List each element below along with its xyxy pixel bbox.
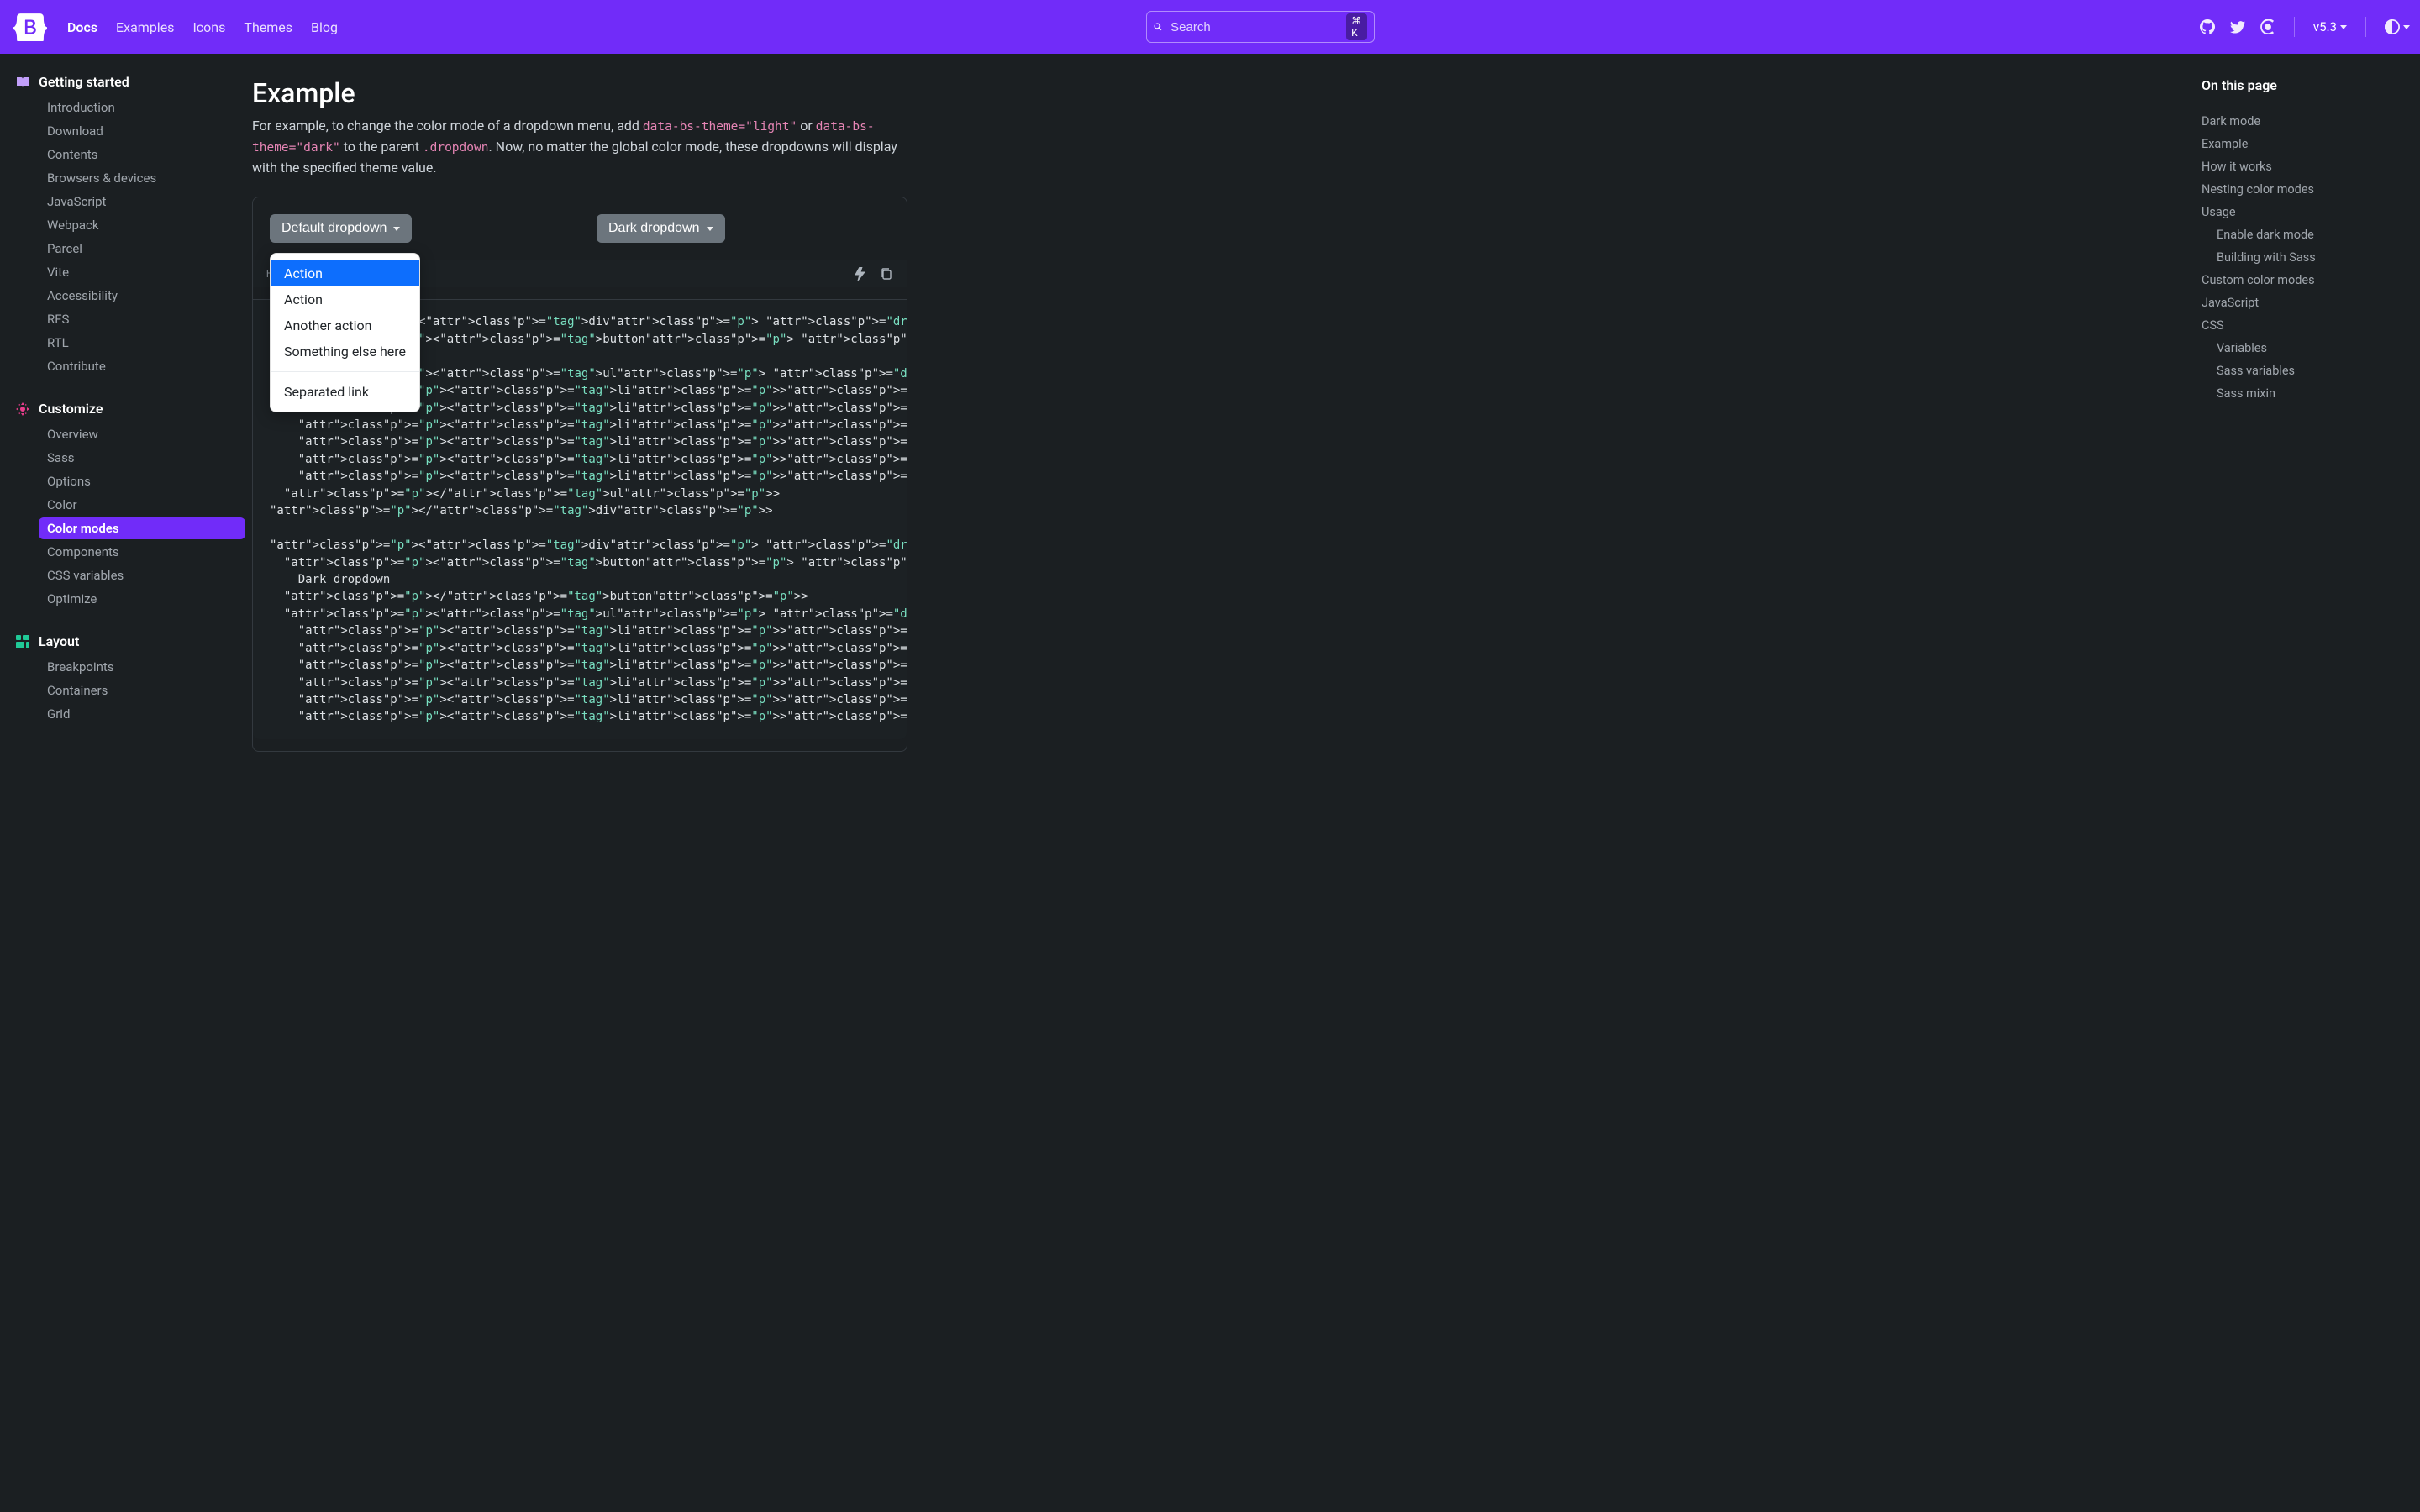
example-live: Default dropdown ActionActionAnother act… [253,197,907,260]
sidebar-item-color-modes[interactable]: Color modes [39,517,245,539]
sidebar-item-containers[interactable]: Containers [39,680,245,701]
toc-link[interactable]: Variables [2202,339,2403,357]
caret-down-icon [393,227,400,231]
sidebar-section-layout[interactable]: Layout [15,633,245,649]
version-dropdown[interactable]: v5.3 [2313,19,2347,34]
section-paragraph: For example, to change the color mode of… [252,116,908,178]
sidebar-item-breakpoints[interactable]: Breakpoints [39,656,245,678]
sidebar-item-webpack[interactable]: Webpack [39,214,245,236]
dark-dropdown-button[interactable]: Dark dropdown [597,214,725,243]
half-circle-icon [2385,19,2400,34]
dropdown-item[interactable]: Separated link [271,379,419,405]
toc-link[interactable]: Nesting color modes [2202,181,2403,198]
code-inline: data-bs-theme="light" [643,120,797,134]
dropdown-item[interactable]: Something else here [271,339,419,365]
dropdown-divider [271,371,419,372]
sidebar-item-css-variables[interactable]: CSS variables [39,564,245,586]
sidebar-item-color[interactable]: Color [39,494,245,516]
nav-link-blog[interactable]: Blog [311,19,338,35]
caret-down-icon [707,227,713,231]
sidebar-item-rtl[interactable]: RTL [39,332,245,354]
search-bar[interactable]: ⌘ K [1146,11,1375,43]
opencollective-icon[interactable] [2260,19,2275,34]
section-heading: Example [252,77,908,109]
stackblitz-icon[interactable] [855,267,868,281]
section-icon [15,75,30,90]
dropdown-item[interactable]: Action [271,286,419,312]
sidebar-item-sass[interactable]: Sass [39,447,245,469]
example-box: Default dropdown ActionActionAnother act… [252,197,908,752]
sidebar-item-grid[interactable]: Grid [39,703,245,725]
dropdown-menu: ActionActionAnother actionSomething else… [270,253,420,412]
sidebar-item-options[interactable]: Options [39,470,245,492]
sidebar-item-download[interactable]: Download [39,120,245,142]
sidebar-item-vite[interactable]: Vite [39,261,245,283]
sidebar-item-contribute[interactable]: Contribute [39,355,245,377]
nav-right: v5.3 [2200,17,2410,37]
toc-items: Dark mode Example How it works Nesting colo… [2202,113,2403,402]
main-content: Example For example, to change the color… [252,54,941,1512]
search-icon [1154,19,1162,34]
sidebar-item-components[interactable]: Components [39,541,245,563]
nav-link-themes[interactable]: Themes [244,19,292,35]
toc-link[interactable]: How it works [2202,158,2403,176]
sidebar-item-rfs[interactable]: RFS [39,308,245,330]
toc-link[interactable]: JavaScript [2202,294,2403,312]
sidebar-item-accessibility[interactable]: Accessibility [39,285,245,307]
sidebar-section-getting-started[interactable]: Getting started [15,74,245,90]
github-icon[interactable] [2200,19,2215,34]
on-this-page: On this page Dark mode Example How it work… [2185,54,2420,1512]
dropdown-light: Default dropdown ActionActionAnother act… [270,214,563,243]
theme-toggle[interactable] [2385,19,2410,34]
caret-down-icon [2403,25,2410,29]
toc-link[interactable]: Custom color modes [2202,271,2403,289]
navbar: Docs Examples Icons Themes Blog ⌘ K v5.3 [0,0,2420,54]
nav-divider [2365,17,2366,37]
toc-link[interactable]: Example [2202,135,2403,153]
nav-link-docs[interactable]: Docs [67,19,97,35]
twitter-icon[interactable] [2230,19,2245,34]
section-icon [15,402,30,417]
toc-link[interactable]: Dark mode [2202,113,2403,130]
dropdown-item[interactable]: Action [271,260,419,286]
toc-link[interactable]: Enable dark mode [2202,226,2403,244]
dropdown-dark: Dark dropdown [597,214,890,243]
nav-link-examples[interactable]: Examples [116,19,174,35]
sidebar-item-javascript[interactable]: JavaScript [39,191,245,213]
code-inline: .dropdown [423,141,489,155]
sidebar-item-contents[interactable]: Contents [39,144,245,165]
copy-icon[interactable] [880,267,893,281]
dropdown-item[interactable]: Another action [271,312,419,339]
sidebar-section-customize[interactable]: Customize [15,401,245,417]
sidebar-item-optimize[interactable]: Optimize [39,588,245,610]
toc-link[interactable]: Building with Sass [2202,249,2403,266]
sidebar-item-introduction[interactable]: Introduction [39,97,245,118]
sidebar-item-parcel[interactable]: Parcel [39,238,245,260]
bootstrap-logo[interactable] [13,10,47,44]
toc-link[interactable]: Sass mixin [2202,385,2403,402]
sidebar-item-overview[interactable]: Overview [39,423,245,445]
section-icon [15,634,30,649]
nav-link-icons[interactable]: Icons [192,19,225,35]
sidebar-item-browsers-devices[interactable]: Browsers & devices [39,167,245,189]
nav-divider [2294,17,2295,37]
toc-title: On this page [2202,77,2403,93]
default-dropdown-button[interactable]: Default dropdown [270,214,412,243]
toc-link[interactable]: Usage [2202,203,2403,221]
nav-links: Docs Examples Icons Themes Blog [67,19,338,35]
search-input[interactable] [1169,19,1339,35]
caret-down-icon [2340,25,2347,29]
sidebar: Getting started IntroductionDownloadConte… [0,54,252,1512]
search-shortcut: ⌘ K [1346,13,1367,40]
toc-link[interactable]: Sass variables [2202,362,2403,380]
toc-link[interactable]: CSS [2202,317,2403,334]
